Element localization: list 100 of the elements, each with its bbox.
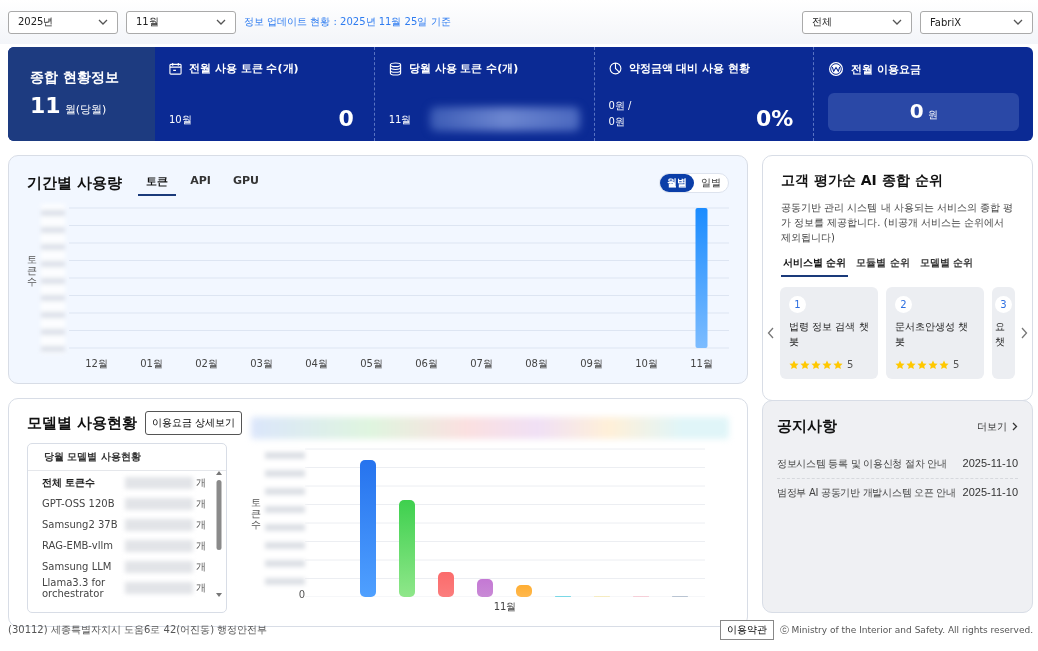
axis-tick: 0 <box>298 589 305 600</box>
address-text: (30112) 세종특별자치시 도움6로 42(어진동) 행정안전부 <box>8 623 268 637</box>
update-note: 정보 업데이트 현황 : 2025년 11월 25일 기준 <box>244 15 451 29</box>
axis-tick: 07월 <box>469 357 494 371</box>
fee-unit: 원 <box>927 108 938 122</box>
axis-label: 토큰 수 <box>251 497 261 532</box>
toggle-option[interactable]: 일별 <box>694 174 728 192</box>
redacted-value <box>125 539 193 552</box>
caret-icon <box>1013 19 1023 25</box>
unit-label: 개 <box>196 559 206 574</box>
tab[interactable]: API <box>182 170 219 196</box>
model-name: Samsung2 37B <box>42 519 119 530</box>
service-card[interactable]: 3 요 챗 <box>992 287 1015 379</box>
stat-label: 약정금액 대비 사용 현황 <box>628 61 750 76</box>
unit-label: 개 <box>196 517 206 532</box>
axis-tick: 03월 <box>249 357 274 371</box>
dropdown[interactable]: 2025년 <box>8 10 118 34</box>
axis-tick: 05월 <box>359 357 384 371</box>
unit-label: 개 <box>196 538 206 553</box>
chevron-left-icon <box>767 327 775 339</box>
month-label: 월(당월) <box>64 102 107 117</box>
database-icon <box>388 61 402 76</box>
unit-label: 개 <box>196 496 206 511</box>
amount-text: 0원 / <box>608 99 632 113</box>
caret-icon <box>98 19 108 25</box>
card-title: 모델별 사용현황 <box>27 413 138 433</box>
axis-tick: 09월 <box>579 357 604 371</box>
notice-date: 2025-11-10 <box>962 486 1018 500</box>
tab[interactable]: 서비스별 순위 <box>781 253 849 277</box>
redacted-value <box>125 497 193 510</box>
chevron-right-icon <box>1020 327 1028 339</box>
month-number: 11 <box>30 93 61 118</box>
rank-number: 3 <box>995 296 1012 313</box>
notice-date: 2025-11-10 <box>962 457 1018 471</box>
rating-value: 5 <box>953 359 960 370</box>
tab[interactable]: 토큰 <box>138 170 177 196</box>
model-name: Llama3.3 for orchestrator <box>42 577 107 599</box>
summary-title: 종합 현황정보 <box>30 69 120 87</box>
stat-month: 11월 <box>388 113 412 127</box>
toggle-option[interactable]: 월별 <box>660 174 694 192</box>
card-title: 고객 평가순 AI 종합 순위 <box>781 172 944 190</box>
tab[interactable]: 모델별 순위 <box>917 253 976 277</box>
model-name: RAG-EMB-vllm <box>42 540 114 551</box>
copyright-text: ⓒ Ministry of the Interior and Safety. All rights reserved. <box>779 623 1033 637</box>
dropdown[interactable]: 11월 <box>126 10 236 34</box>
stat-month: 10월 <box>169 113 192 127</box>
bar <box>438 572 454 597</box>
more-link[interactable]: 더보기 <box>977 419 1018 434</box>
detail-button[interactable]: 이용요금 상세보기 <box>145 411 243 435</box>
axis-tick: 01월 <box>139 357 164 371</box>
fee-amount: 0 <box>909 99 924 123</box>
description: 공동기반 관리 시스템 내 사용되는 서비스의 종합 평가 정보를 제공합니다. (비공개 서비스는 순위에서 제외됩니다) <box>781 201 1014 245</box>
stat-value: 0% <box>755 106 794 131</box>
redacted-value <box>125 476 193 489</box>
axis-tick: 11월 <box>493 600 517 614</box>
model-name: GPT-OSS 120B <box>42 498 116 509</box>
stat-value: 0 <box>338 106 354 131</box>
card-title: 기간별 사용량 <box>27 173 123 193</box>
amount-text: 0원 <box>608 115 626 129</box>
service-name: 요 챗 <box>995 320 1005 349</box>
chevron-right-icon <box>1012 422 1018 431</box>
notice-link[interactable]: 정보시스템 등록 및 이용신청 절차 안내 <box>777 457 947 471</box>
axis-tick: 10월 <box>634 357 659 371</box>
dropdown[interactable]: 전체 <box>802 10 912 34</box>
axis-tick: 08월 <box>524 357 549 371</box>
tab[interactable]: 모듈별 순위 <box>854 253 912 277</box>
redacted-value <box>125 582 193 594</box>
rating-value: 5 <box>847 359 854 370</box>
service-card[interactable]: 2 문서초안생성 챗봇 5 <box>886 287 984 379</box>
bar <box>516 585 532 597</box>
rank-number: 1 <box>789 296 806 313</box>
calendar-icon <box>169 62 182 75</box>
caret-icon <box>216 19 226 25</box>
pie-chart-icon <box>608 62 622 75</box>
bar <box>477 579 493 597</box>
axis-label: 토큰 수 <box>27 254 37 287</box>
unit-label: 개 <box>196 581 206 595</box>
service-name: 문서초안생성 챗봇 <box>895 320 970 349</box>
caret-icon <box>892 19 902 25</box>
rank-number: 2 <box>895 296 912 313</box>
won-coin-icon <box>828 61 845 77</box>
service-name: 법령 정보 검색 챗봇 <box>789 320 869 349</box>
notice-link[interactable]: 범정부 AI 공동기반 개발시스템 오픈 안내 <box>777 486 956 500</box>
axis-tick: 12월 <box>84 357 109 371</box>
model-name: Samsung LLM <box>42 561 113 572</box>
redacted-value <box>125 518 193 531</box>
tab[interactable]: GPU <box>224 170 267 196</box>
terms-button[interactable]: 이용약관 <box>719 620 774 640</box>
axis-tick: 06월 <box>414 357 439 371</box>
redacted-value <box>125 560 193 573</box>
unit-label: 개 <box>196 475 206 490</box>
axis-tick: 11월 <box>689 357 714 371</box>
model-name: 전체 토큰수 <box>42 475 97 490</box>
axis-tick: 04월 <box>304 357 329 371</box>
axis-tick: 02월 <box>194 357 219 371</box>
stat-label: 전월 사용 토큰 수(개) <box>189 61 299 76</box>
dropdown[interactable]: FabriX <box>920 10 1033 34</box>
card-title: 공지사항 <box>777 417 837 436</box>
service-card[interactable]: 1 법령 정보 검색 챗봇 5 <box>780 287 878 379</box>
stat-label: 전월 이용요금 <box>851 61 922 77</box>
